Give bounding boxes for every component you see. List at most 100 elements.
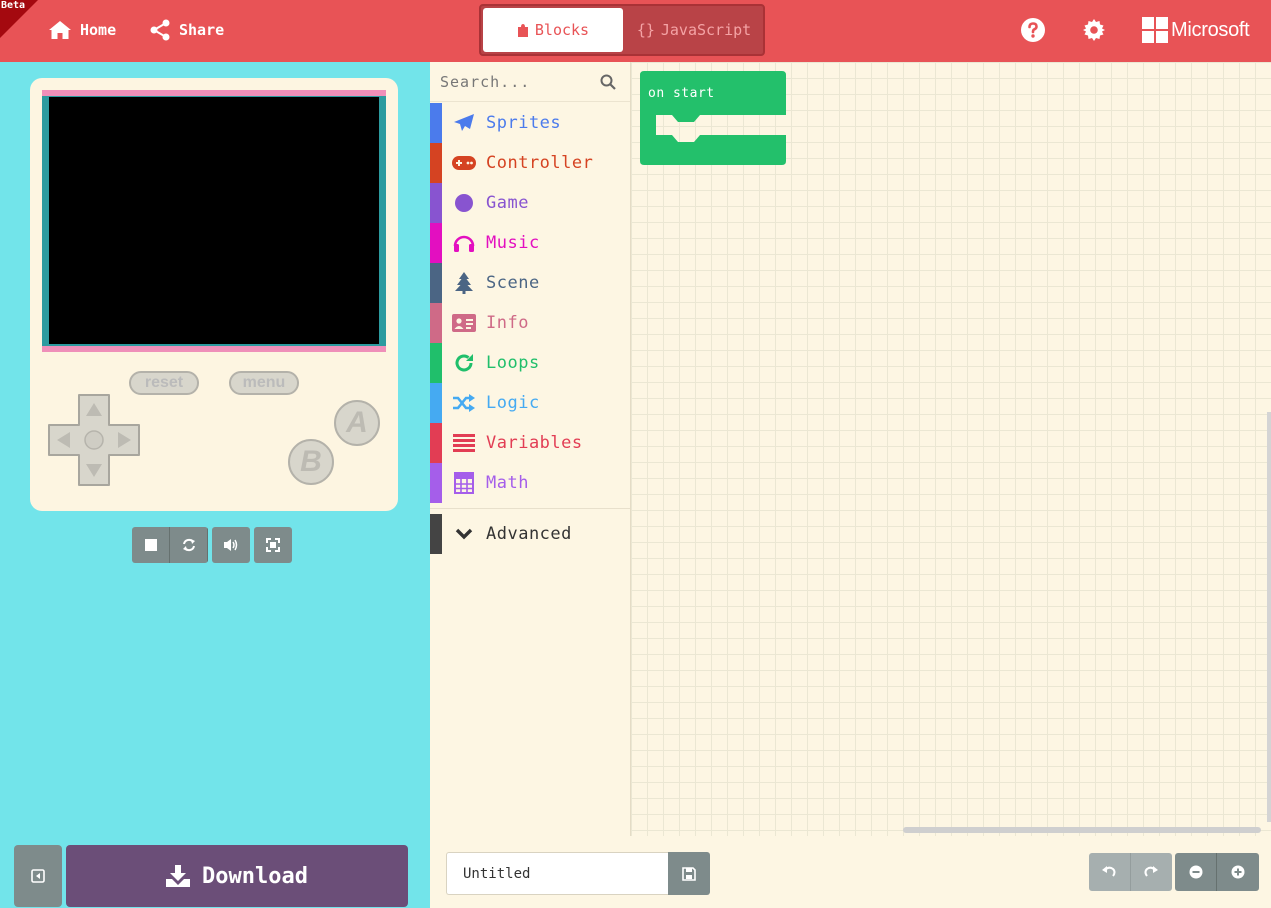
- blocks-workspace[interactable]: on start: [630, 62, 1271, 836]
- settings-button[interactable]: [1082, 17, 1106, 43]
- zoom-in-button[interactable]: [1217, 853, 1259, 891]
- horizontal-scrollbar[interactable]: [903, 827, 1261, 833]
- paper-plane-icon: [444, 113, 484, 133]
- fullscreen-icon: [266, 538, 280, 552]
- category-scene[interactable]: Scene: [430, 263, 630, 303]
- game-console: reset menu A B: [30, 78, 398, 511]
- category-label: Info: [486, 313, 529, 333]
- beta-ribbon: Beta: [0, 0, 40, 40]
- refresh-icon: [182, 538, 196, 552]
- list-icon: [444, 434, 484, 452]
- editor-bottom-bar: [430, 836, 1271, 908]
- category-label: Math: [486, 473, 529, 493]
- block-toolbox: Sprites Controller Game Music Scene Info…: [430, 62, 630, 908]
- windows-logo-icon: [1142, 17, 1168, 43]
- category-info[interactable]: Info: [430, 303, 630, 343]
- stop-icon: [144, 539, 157, 551]
- project-name-input[interactable]: [446, 852, 668, 895]
- braces-icon: {}: [636, 21, 655, 39]
- category-stripe: [430, 303, 442, 343]
- game-screen[interactable]: [49, 97, 379, 344]
- category-label: Game: [486, 193, 529, 213]
- puzzle-icon: [517, 23, 535, 37]
- search-icon[interactable]: [600, 74, 616, 90]
- search-input[interactable]: [440, 68, 590, 96]
- category-stripe: [430, 423, 442, 463]
- toolbox-search: [430, 62, 630, 102]
- blocks-mode-button[interactable]: Blocks: [483, 8, 623, 52]
- category-label: Advanced: [486, 524, 572, 544]
- home-button[interactable]: Home: [48, 18, 116, 42]
- headphones-icon: [444, 233, 484, 253]
- share-button[interactable]: Share: [149, 18, 224, 42]
- help-button[interactable]: [1020, 17, 1046, 43]
- fullscreen-button[interactable]: [254, 527, 292, 563]
- download-button[interactable]: Download: [66, 845, 408, 907]
- editor-mode-toggle: Blocks {} JavaScript: [479, 4, 765, 56]
- redo-icon: [1143, 865, 1159, 879]
- vertical-scrollbar[interactable]: [1267, 412, 1271, 822]
- sim-control-group: [132, 527, 208, 563]
- category-advanced[interactable]: Advanced: [430, 514, 630, 554]
- shuffle-icon: [444, 394, 484, 412]
- category-game[interactable]: Game: [430, 183, 630, 223]
- category-math[interactable]: Math: [430, 463, 630, 503]
- a-button[interactable]: A: [334, 400, 380, 446]
- share-label: Share: [179, 21, 225, 39]
- toolbox-divider: [430, 508, 630, 509]
- home-icon: [48, 20, 80, 40]
- download-label: Download: [202, 863, 308, 889]
- category-label: Variables: [486, 433, 583, 453]
- mute-button[interactable]: [212, 527, 250, 563]
- category-stripe: [430, 143, 442, 183]
- home-label: Home: [80, 21, 117, 39]
- category-label: Controller: [486, 153, 594, 173]
- category-loops[interactable]: Loops: [430, 343, 630, 383]
- save-button[interactable]: [668, 852, 710, 895]
- category-logic[interactable]: Logic: [430, 383, 630, 423]
- category-variables[interactable]: Variables: [430, 423, 630, 463]
- dpad-control[interactable]: [48, 394, 140, 486]
- category-label: Loops: [486, 353, 540, 373]
- block-label: on start: [648, 86, 715, 101]
- refresh-icon: [444, 353, 484, 373]
- microsoft-logo[interactable]: Microsoft: [1142, 17, 1250, 43]
- restart-simulator-button[interactable]: [170, 527, 208, 563]
- category-sprites[interactable]: Sprites: [430, 103, 630, 143]
- category-stripe: [430, 383, 442, 423]
- on-start-block[interactable]: on start: [640, 71, 786, 167]
- category-stripe: [430, 514, 442, 554]
- tree-icon: [444, 272, 484, 294]
- category-music[interactable]: Music: [430, 223, 630, 263]
- download-icon: [166, 865, 202, 887]
- gear-icon: [1082, 17, 1106, 43]
- circle-icon: [444, 193, 484, 213]
- collapse-simulator-button[interactable]: [14, 845, 62, 907]
- redo-button[interactable]: [1130, 853, 1172, 891]
- gamepad-icon: [444, 155, 484, 171]
- undo-icon: [1101, 865, 1117, 879]
- b-button[interactable]: B: [288, 439, 334, 485]
- category-label: Scene: [486, 273, 540, 293]
- category-stripe: [430, 223, 442, 263]
- beta-label: Beta: [1, 0, 26, 11]
- category-label: Sprites: [486, 113, 562, 133]
- calculator-icon: [444, 472, 484, 494]
- reset-button[interactable]: reset: [129, 371, 199, 395]
- blocks-mode-label: Blocks: [534, 21, 590, 39]
- volume-icon: [223, 538, 239, 552]
- category-stripe: [430, 103, 442, 143]
- chevron-down-icon: [444, 528, 484, 540]
- category-controller[interactable]: Controller: [430, 143, 630, 183]
- save-icon: [682, 866, 696, 881]
- id-card-icon: [444, 314, 484, 332]
- undo-button[interactable]: [1089, 853, 1131, 891]
- category-stripe: [430, 343, 442, 383]
- zoom-in-icon: [1231, 865, 1245, 879]
- stop-simulator-button[interactable]: [132, 527, 170, 563]
- help-icon: [1020, 17, 1046, 43]
- javascript-mode-button[interactable]: {} JavaScript: [625, 8, 763, 52]
- zoom-out-button[interactable]: [1175, 853, 1217, 891]
- menu-button[interactable]: menu: [229, 371, 299, 395]
- brand-label: Microsoft: [1171, 18, 1250, 41]
